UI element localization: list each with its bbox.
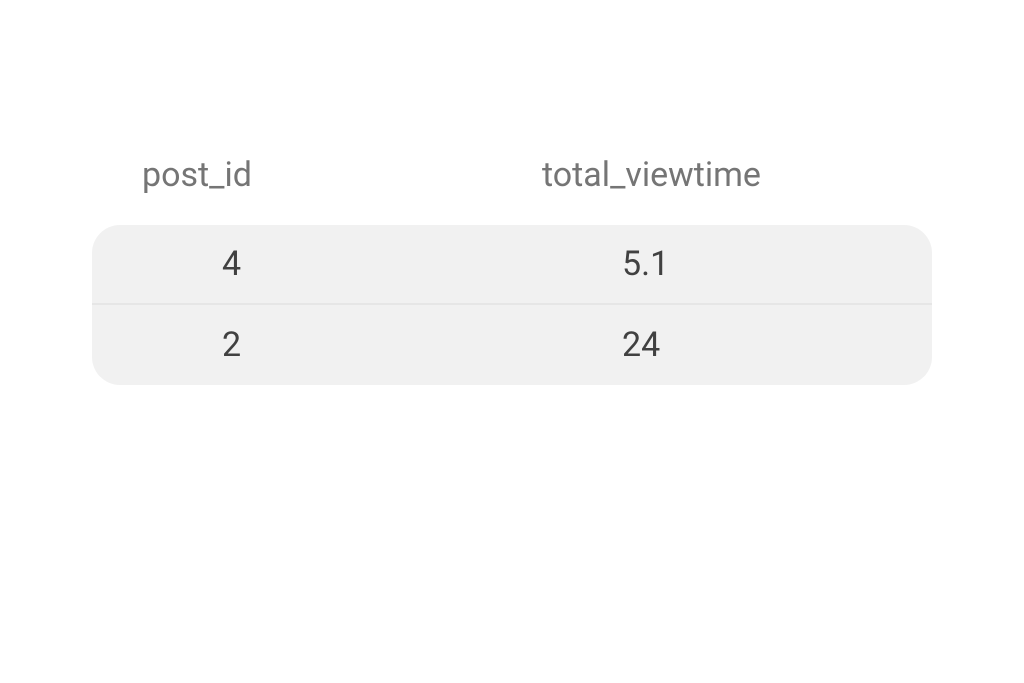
column-header-post-id: post_id [92,155,532,195]
table-header-row: post_id total_viewtime [92,155,932,225]
table-row: 4 5.1 [92,225,932,305]
column-header-total-viewtime: total_viewtime [532,155,932,195]
data-table: post_id total_viewtime 4 5.1 2 24 [92,155,932,385]
cell-post-id: 4 [92,244,532,284]
table-row: 2 24 [92,305,932,385]
cell-total-viewtime: 24 [532,325,932,365]
table-body: 4 5.1 2 24 [92,225,932,385]
cell-post-id: 2 [92,325,532,365]
cell-total-viewtime: 5.1 [532,244,932,284]
